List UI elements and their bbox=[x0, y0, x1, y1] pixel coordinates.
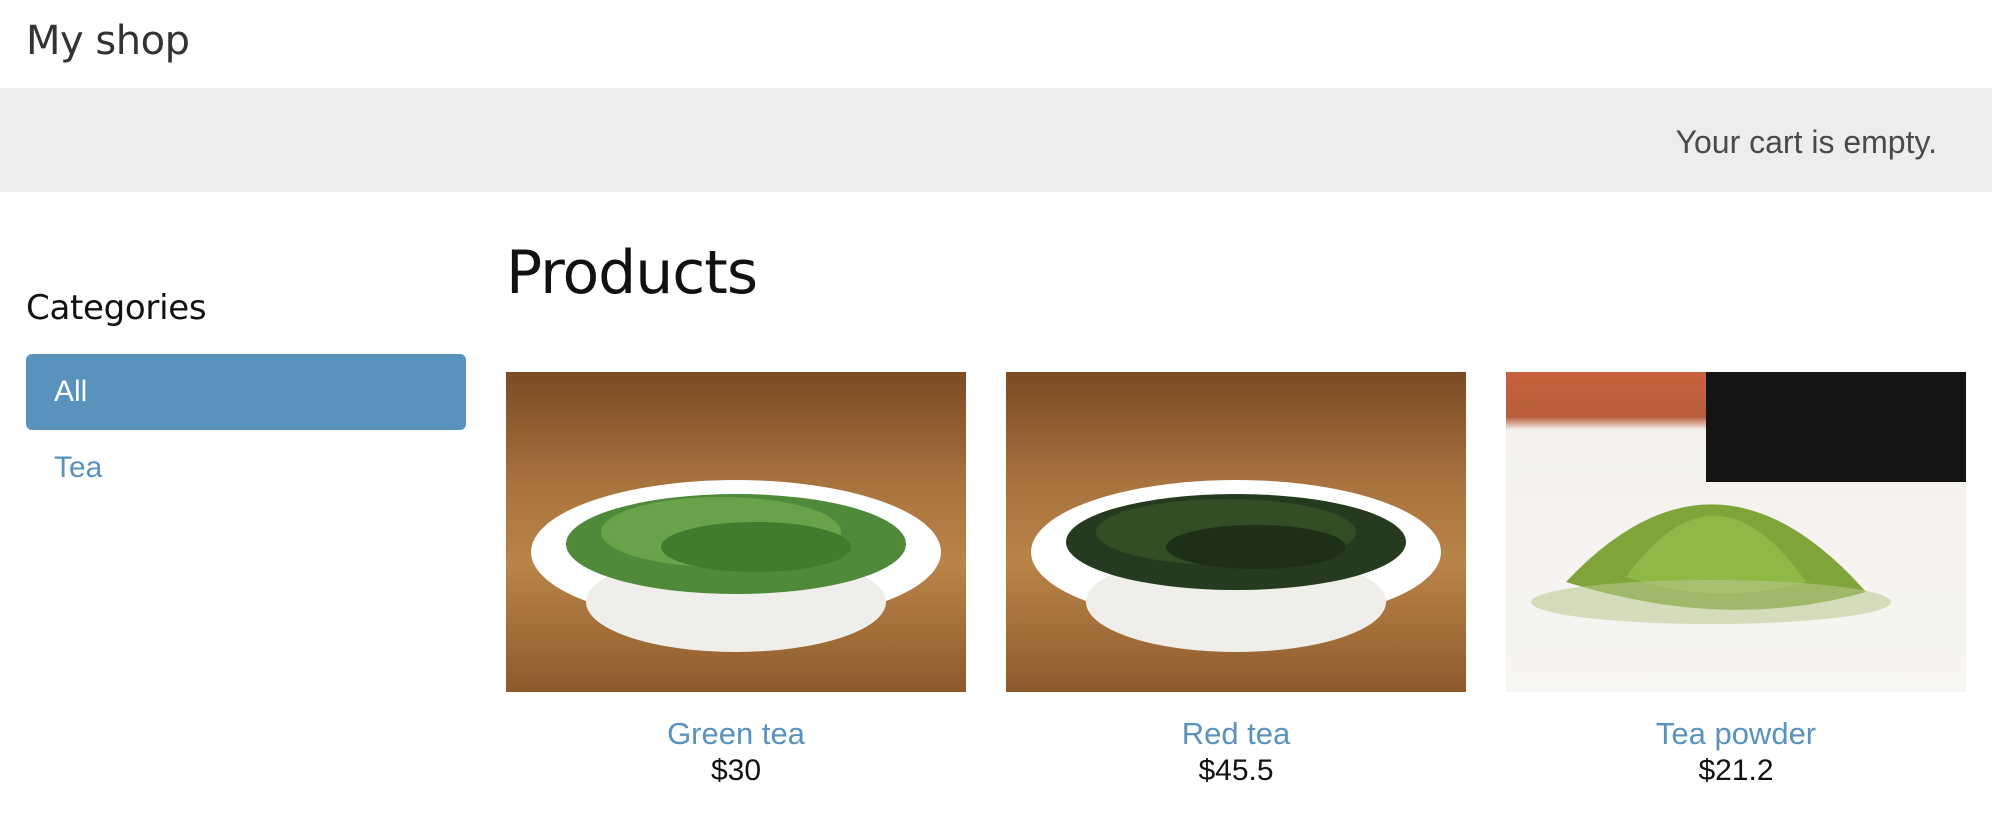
page-title: Products bbox=[506, 238, 758, 308]
product-name-link[interactable]: Tea powder bbox=[1506, 716, 1966, 752]
product-card: Red tea $45.5 bbox=[1006, 372, 1466, 788]
site-logo-title[interactable]: My shop bbox=[26, 18, 190, 64]
green-tea-illustration bbox=[531, 480, 941, 652]
tea-powder-illustration bbox=[1531, 372, 1966, 624]
product-price: $21.2 bbox=[1698, 754, 1774, 787]
product-name-link[interactable]: Green tea bbox=[506, 716, 966, 752]
sidebar: Categories All Tea bbox=[26, 192, 466, 506]
category-item-all[interactable]: All bbox=[26, 354, 466, 430]
product-price: $45.5 bbox=[1198, 754, 1274, 787]
tea-powder-pile-image[interactable] bbox=[1506, 372, 1966, 692]
product-name-link[interactable]: Red tea bbox=[1006, 716, 1466, 752]
product-price: $30 bbox=[710, 754, 762, 787]
main-content: Products bbox=[506, 192, 1966, 308]
product-card: Green tea $30 bbox=[506, 372, 966, 788]
red-tea-bowl-image[interactable] bbox=[1006, 372, 1466, 692]
cart-bar: Your cart is empty. bbox=[0, 88, 1992, 192]
green-tea-bowl-image[interactable] bbox=[506, 372, 966, 692]
categories-heading: Categories bbox=[26, 288, 207, 328]
red-tea-illustration bbox=[1031, 480, 1441, 652]
cart-status: Your cart is empty. bbox=[1675, 124, 1937, 160]
category-item-tea[interactable]: Tea bbox=[26, 430, 466, 506]
product-grid: Green tea $30 Red tea $45.5 Tea powder $… bbox=[506, 372, 1966, 788]
category-list: All Tea bbox=[26, 354, 466, 506]
top-header: My shop bbox=[0, 0, 1992, 88]
product-card: Tea powder $21.2 bbox=[1506, 372, 1966, 788]
